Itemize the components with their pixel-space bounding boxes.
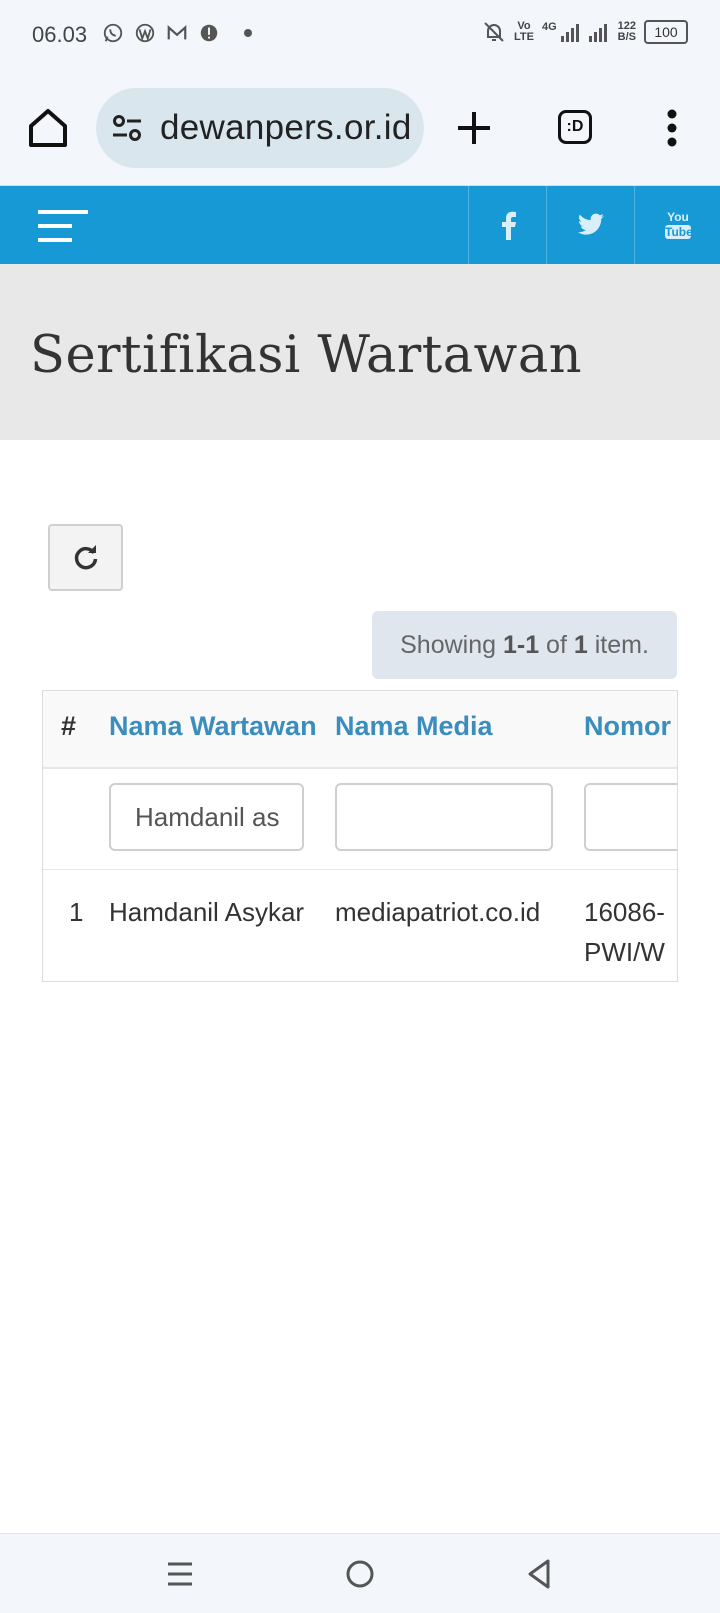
cell-nama-wartawan: Hamdanil Asykar xyxy=(109,897,305,927)
page-title: Sertifikasi Wartawan xyxy=(30,326,583,385)
network-speed: 122 B/S xyxy=(617,20,636,43)
home-icon[interactable] xyxy=(26,106,70,150)
cell-number: 1 xyxy=(69,897,84,927)
signal-4g-icon: 4G xyxy=(542,22,580,42)
battery-icon: 100 xyxy=(644,20,688,44)
notification-icons xyxy=(102,22,252,44)
system-icons: Vo LTE 4G 122 B/S 100 xyxy=(482,20,688,44)
hamburger-menu-icon[interactable] xyxy=(38,208,88,244)
alert-icon xyxy=(200,24,218,42)
volte-indicator: Vo LTE xyxy=(513,20,534,43)
table-header-row: # Nama Wartawan Nama Media Nomor xyxy=(43,691,677,769)
site-settings-icon[interactable] xyxy=(112,114,142,142)
site-header: You Tube xyxy=(0,186,720,264)
refresh-icon xyxy=(74,544,97,569)
more-options-icon[interactable] xyxy=(664,108,680,148)
reset-grid-button[interactable] xyxy=(48,524,123,591)
page-title-banner: Sertifikasi Wartawan xyxy=(0,264,720,440)
new-tab-icon[interactable] xyxy=(456,110,492,146)
grid-summary: Showing 1-1 of 1 item. xyxy=(372,611,677,679)
table-row: 1 Hamdanil Asykar mediapatriot.co.id 160… xyxy=(43,870,677,981)
column-header-nomor[interactable]: Nomor xyxy=(584,711,671,742)
cell-nomor: 16086- PWI/W xyxy=(584,892,665,972)
column-header-nama-media[interactable]: Nama Media xyxy=(335,711,493,742)
youtube-link[interactable]: You Tube xyxy=(634,186,720,264)
bell-off-icon xyxy=(484,22,504,42)
home-nav-icon[interactable] xyxy=(340,1554,380,1594)
filter-nomor-input[interactable] xyxy=(584,783,677,851)
summary-suffix: item. xyxy=(587,630,649,659)
status-bar: 06.03 Vo LTE 4G 122 B/S 100 xyxy=(0,0,720,72)
gmail-icon xyxy=(167,25,187,40)
cell-nomor-line1: 16086- xyxy=(584,897,665,927)
whatsapp-icon xyxy=(103,23,123,43)
recent-apps-icon[interactable] xyxy=(160,1554,200,1594)
system-navigation-bar xyxy=(0,1533,720,1613)
results-table: # Nama Wartawan Nama Media Nomor Hamdani… xyxy=(42,690,678,982)
back-icon[interactable] xyxy=(520,1554,560,1594)
summary-total: 1 xyxy=(573,630,588,659)
browser-toolbar: dewanpers.or.id :D xyxy=(0,72,720,186)
more-notifications-dot xyxy=(244,29,252,37)
url-text: dewanpers.or.id xyxy=(160,108,412,147)
facebook-icon xyxy=(502,211,516,240)
cell-nama-media: mediapatriot.co.id xyxy=(335,897,541,927)
wordpress-icon xyxy=(135,23,155,43)
summary-mid: of xyxy=(539,630,574,659)
summary-range: 1-1 xyxy=(502,630,540,659)
column-header-number: # xyxy=(61,711,77,741)
summary-prefix: Showing xyxy=(400,630,503,659)
twitter-link[interactable] xyxy=(546,186,635,264)
tab-switcher-button[interactable]: :D xyxy=(558,110,592,144)
youtube-icon: You Tube xyxy=(665,210,693,239)
filter-nama-wartawan-input[interactable]: Hamdanil as xyxy=(109,783,304,851)
cell-nomor-line2: PWI/W xyxy=(584,937,665,967)
status-time: 06.03 xyxy=(32,22,88,47)
twitter-icon xyxy=(577,213,604,235)
facebook-link[interactable] xyxy=(468,186,547,264)
signal-icon xyxy=(588,24,607,42)
filter-nama-media-input[interactable] xyxy=(335,783,553,851)
column-header-nama-wartawan[interactable]: Nama Wartawan xyxy=(109,711,317,742)
address-bar[interactable]: dewanpers.or.id xyxy=(96,88,424,168)
table-filter-row: Hamdanil as xyxy=(43,768,677,870)
